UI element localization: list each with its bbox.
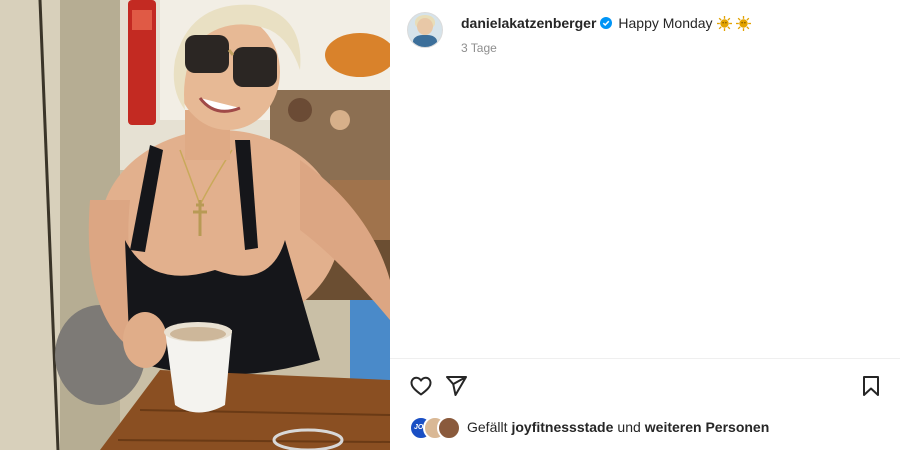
- caption-line: danielakatzenberger Happy Monday: [461, 15, 751, 31]
- likes-others-link[interactable]: weiteren Personen: [645, 419, 770, 435]
- post-photo[interactable]: [0, 0, 390, 450]
- likes-prefix: Gefällt: [467, 419, 508, 435]
- liker-avatar: [437, 416, 461, 440]
- photo-illustration: [0, 0, 390, 450]
- sun-emoji-icon: [716, 15, 732, 31]
- bookmark-icon: [863, 376, 879, 396]
- caption-text: Happy Monday: [618, 15, 713, 31]
- post-timestamp[interactable]: 3 Tage: [461, 41, 751, 55]
- liker-username-link[interactable]: joyfitnessstade: [511, 419, 613, 435]
- send-icon: [446, 376, 467, 396]
- like-button[interactable]: [407, 372, 435, 400]
- instagram-post: danielakatzenberger Happy Monday 3 Tage …: [0, 0, 900, 450]
- username-link[interactable]: danielakatzenberger: [461, 15, 596, 31]
- liker-avatars[interactable]: JOY: [409, 416, 461, 440]
- verified-badge-icon: [600, 17, 613, 29]
- post-header: danielakatzenberger Happy Monday 3 Tage: [407, 12, 751, 55]
- share-button[interactable]: [442, 372, 470, 400]
- save-button[interactable]: [857, 372, 885, 400]
- post-sidebar: danielakatzenberger Happy Monday 3 Tage …: [390, 0, 900, 450]
- likes-connector: und: [617, 419, 641, 435]
- actions-divider: [390, 358, 900, 359]
- sun-emoji-icon: [735, 15, 751, 31]
- user-avatar[interactable]: [407, 12, 443, 48]
- post-meta: danielakatzenberger Happy Monday 3 Tage: [461, 12, 751, 55]
- action-bar: [390, 372, 900, 402]
- heart-icon: [410, 376, 432, 396]
- likes-summary: JOY Gefällt joyfitnessstade und weiteren…: [409, 416, 770, 440]
